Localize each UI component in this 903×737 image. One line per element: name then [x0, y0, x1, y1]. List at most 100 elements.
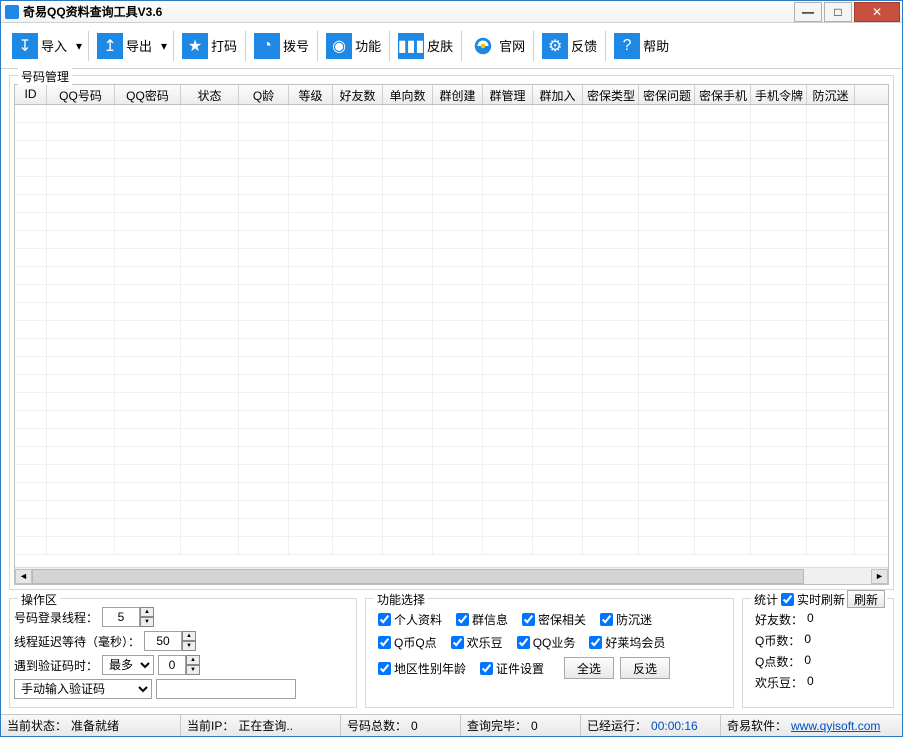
table-row: [15, 321, 888, 339]
func-checkbox[interactable]: 好莱坞会员: [589, 634, 665, 651]
table-row: [15, 357, 888, 375]
func-checkbox-label: Q币Q点: [394, 634, 437, 651]
column-header[interactable]: 防沉迷: [807, 85, 855, 104]
table-row: [15, 375, 888, 393]
feedback-label: 反馈: [571, 36, 597, 55]
func-checkbox[interactable]: 防沉迷: [600, 611, 652, 628]
realtime-label: 实时刷新: [797, 591, 845, 608]
export-button[interactable]: ↥ 导出: [92, 29, 157, 63]
func-checkbox-label: 地区性别年龄: [394, 660, 466, 677]
column-header[interactable]: QQ密码: [115, 85, 181, 104]
column-header[interactable]: 密保问题: [639, 85, 695, 104]
feedback-button[interactable]: ⚙ 反馈: [537, 29, 602, 63]
delay-down[interactable]: ▼: [182, 641, 196, 651]
column-header[interactable]: 等级: [289, 85, 333, 104]
column-header[interactable]: 状态: [181, 85, 239, 104]
captcha-extra-input[interactable]: [156, 679, 296, 699]
func-checkbox-label: 群信息: [472, 611, 508, 628]
column-header[interactable]: Q龄: [239, 85, 289, 104]
gear-icon: ⚙: [542, 33, 568, 59]
close-button[interactable]: ✕: [854, 2, 900, 22]
bohao-button[interactable]: ◔ 拨号: [249, 29, 314, 63]
threads-down[interactable]: ▼: [140, 617, 154, 627]
column-header[interactable]: 手机令牌: [751, 85, 807, 104]
column-header[interactable]: 密保类型: [583, 85, 639, 104]
stat-value: 0: [807, 674, 814, 691]
column-header[interactable]: 单向数: [383, 85, 433, 104]
stat-label: 好友数：: [755, 611, 803, 628]
scroll-thumb[interactable]: [32, 569, 804, 584]
import-dropdown[interactable]: ▾: [73, 39, 85, 53]
site-button[interactable]: 官网: [465, 29, 530, 63]
column-header[interactable]: 群创建: [433, 85, 483, 104]
func-checkbox[interactable]: 欢乐豆: [451, 634, 503, 651]
column-header[interactable]: 好友数: [333, 85, 383, 104]
scroll-right-button[interactable]: ►: [871, 569, 888, 584]
site-label: 官网: [499, 36, 525, 55]
bohao-label: 拨号: [283, 36, 309, 55]
threads-up[interactable]: ▲: [140, 607, 154, 617]
refresh-button[interactable]: 刷新: [847, 590, 885, 608]
skin-button[interactable]: ▮▮▮ 皮肤: [393, 29, 458, 63]
table-row: [15, 231, 888, 249]
table-row: [15, 285, 888, 303]
func-checkbox[interactable]: 证件设置: [480, 657, 544, 679]
manual-captcha-select[interactable]: 手动输入验证码: [14, 679, 152, 699]
ie-icon: [470, 33, 496, 59]
status-ip-label: 当前IP：: [187, 717, 234, 734]
func-checkbox-label: 欢乐豆: [467, 634, 503, 651]
table-group: 号码管理 IDQQ号码QQ密码状态Q龄等级好友数单向数群创建群管理群加入密保类型…: [9, 75, 894, 590]
stat-value: 0: [804, 632, 811, 649]
import-button[interactable]: ↧ 导入: [7, 29, 72, 63]
captcha-mode-select[interactable]: 最多: [102, 655, 154, 675]
status-done-label: 查询完毕：: [467, 717, 527, 734]
status-ip-value: 正在查询..: [238, 717, 293, 734]
column-header[interactable]: QQ号码: [47, 85, 115, 104]
select-all-button[interactable]: 全选: [564, 657, 614, 679]
captcha-count-input[interactable]: [158, 655, 186, 675]
table-row: [15, 483, 888, 501]
export-icon: ↥: [97, 33, 123, 59]
func-button[interactable]: ◉ 功能: [321, 29, 386, 63]
stats-panel: 统计 实时刷新 刷新 好友数：0Q币数：0Q点数：0欢乐豆：0: [742, 598, 894, 708]
func-checkbox[interactable]: 群信息: [456, 611, 508, 628]
minimize-button[interactable]: —: [794, 2, 822, 22]
scroll-left-button[interactable]: ◄: [15, 569, 32, 584]
column-header[interactable]: ID: [15, 85, 47, 104]
maximize-button[interactable]: □: [824, 2, 852, 22]
func-checkbox[interactable]: 地区性别年龄: [378, 657, 466, 679]
func-checkbox[interactable]: Q币Q点: [378, 634, 437, 651]
horizontal-scrollbar[interactable]: ◄ ►: [15, 567, 888, 584]
stat-row: 好友数：0: [755, 611, 881, 628]
table-row: [15, 105, 888, 123]
export-dropdown[interactable]: ▾: [158, 39, 170, 53]
realtime-checkbox[interactable]: 实时刷新: [781, 591, 845, 608]
skin-label: 皮肤: [427, 36, 453, 55]
delay-up[interactable]: ▲: [182, 631, 196, 641]
func-checkbox[interactable]: QQ业务: [517, 634, 576, 651]
captcha-down[interactable]: ▼: [186, 665, 200, 675]
stat-row: Q点数：0: [755, 653, 881, 670]
column-header[interactable]: 群加入: [533, 85, 583, 104]
invert-selection-button[interactable]: 反选: [620, 657, 670, 679]
column-header[interactable]: 群管理: [483, 85, 533, 104]
data-table[interactable]: IDQQ号码QQ密码状态Q龄等级好友数单向数群创建群管理群加入密保类型密保问题密…: [14, 84, 889, 585]
table-row: [15, 411, 888, 429]
column-header[interactable]: 密保手机: [695, 85, 751, 104]
stat-label: Q点数：: [755, 653, 800, 670]
help-icon: ?: [614, 33, 640, 59]
help-button[interactable]: ? 帮助: [609, 29, 674, 63]
delay-input[interactable]: [144, 631, 182, 651]
threads-input[interactable]: [102, 607, 140, 627]
dama-button[interactable]: ★ 打码: [177, 29, 242, 63]
func-checkbox-label: 证件设置: [496, 660, 544, 677]
import-label: 导入: [41, 36, 67, 55]
stats-group-label: 统计: [751, 591, 781, 608]
func-checkbox[interactable]: 密保相关: [522, 611, 586, 628]
table-row: [15, 501, 888, 519]
func-checkbox[interactable]: 个人资料: [378, 611, 442, 628]
table-row: [15, 177, 888, 195]
table-row: [15, 141, 888, 159]
captcha-up[interactable]: ▲: [186, 655, 200, 665]
status-soft-link[interactable]: www.qyisoft.com: [791, 719, 880, 733]
